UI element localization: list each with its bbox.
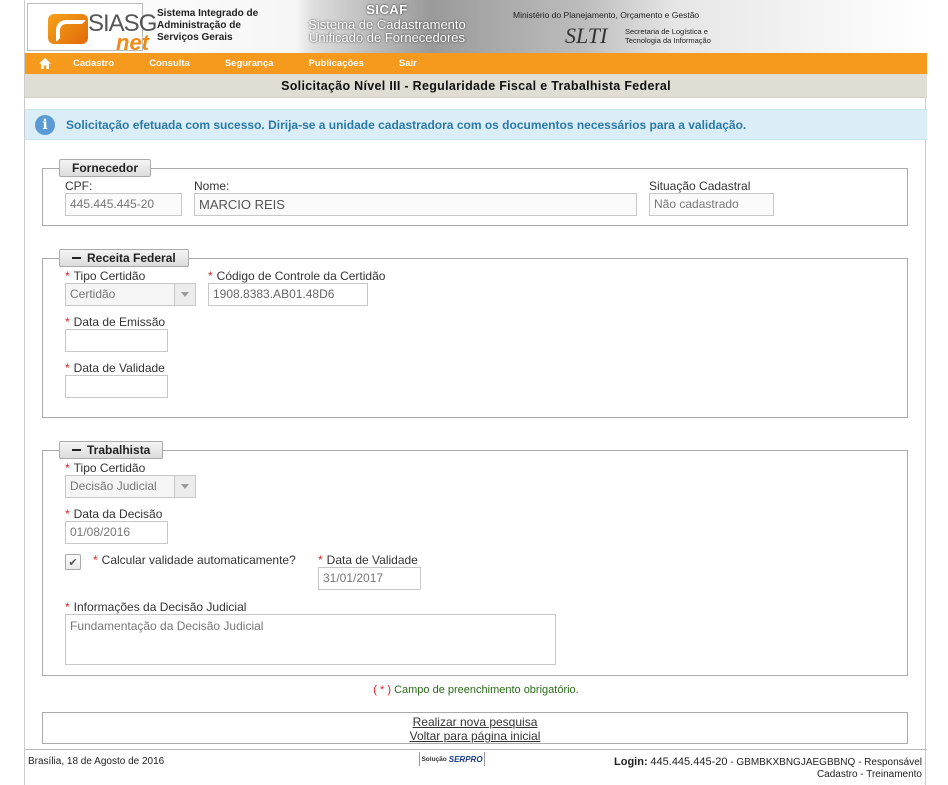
situacao-field[interactable]: Não cadastrado <box>649 193 774 216</box>
info-icon: i <box>35 114 55 135</box>
trab-tipo-label-text: Tipo Certidão <box>73 461 146 475</box>
page: SIASG net Sistema Integrado de Administr… <box>24 0 927 785</box>
siasg-logo-mark <box>48 14 88 44</box>
calcular-label-text: Calcular validade automaticamente? <box>101 553 296 567</box>
trab-tipo-select[interactable]: Decisão Judicial <box>65 475 196 498</box>
serpro-logo: Solução SERPRO <box>419 752 485 766</box>
info-decisao-textarea[interactable]: Fundamentação da Decisão Judicial <box>65 614 556 665</box>
system-name: Sistema Integrado de Administração de Se… <box>157 8 259 43</box>
sicaf-subtitle: Sistema de Cadastramento Unificado de Fo… <box>308 17 466 45</box>
trab-validade-field[interactable]: 31/01/2017 <box>318 567 421 590</box>
codigo-label-text: Código de Controle da Certidão <box>216 269 386 283</box>
menu-item-cadastro[interactable]: Cadastro <box>73 58 114 69</box>
fornecedor-legend-label: Fornecedor <box>72 161 139 175</box>
calcular-validade-checkbox[interactable]: ✔ <box>65 554 81 570</box>
cpf-field[interactable]: 445.445.445-20 <box>65 193 182 216</box>
page-title: Solicitação Nível III - Regularidade Fis… <box>25 74 927 98</box>
ministry-name: Ministério do Planejamento, Orçamento e … <box>513 10 700 20</box>
data-decisao-label-text: Data da Decisão <box>73 507 163 521</box>
trabalhista-section: Trabalhista * Tipo Certidão Decisão Judic… <box>42 441 908 676</box>
chevron-down-icon <box>174 476 195 497</box>
codigo-field[interactable]: 1908.8383.AB01.48D6 <box>208 283 368 306</box>
data-decisao-field[interactable]: 01/08/2016 <box>65 521 168 544</box>
logo-sub: net <box>116 30 149 53</box>
situacao-label: Situação Cadastral <box>649 179 751 193</box>
receita-tipo-value: Certidão <box>70 287 116 301</box>
calcular-label: * Calcular validade automaticamente? <box>93 553 296 567</box>
success-message-text: Solicitação efetuada com sucesso. Dirija… <box>66 117 747 132</box>
trab-validade-label: * Data de Validade <box>318 553 418 567</box>
fornecedor-section: Fornecedor CPF: 445.445.445-20 Nome: MAR… <box>42 159 908 226</box>
emissao-label: * Data de Emissão <box>65 315 166 329</box>
main-menu: Cadastro Consulta Segurança Publicações … <box>25 53 927 74</box>
login-cpf: 445.445.445-20 <box>650 756 728 768</box>
required-mark: ( * ) <box>373 684 391 696</box>
cpf-label: CPF: <box>65 179 93 193</box>
serpro-text: SERPRO <box>448 754 483 764</box>
success-message: i Solicitação efetuada com sucesso. Diri… <box>25 109 927 140</box>
sicaf-title: SICAF <box>366 2 408 17</box>
menu-item-consulta[interactable]: Consulta <box>149 58 190 69</box>
collapse-icon <box>72 257 81 259</box>
receita-validade-label: * Data de Validade <box>65 361 165 375</box>
receita-tipo-label-text: Tipo Certidão <box>73 269 146 283</box>
header-banner: SIASG net Sistema Integrado de Administr… <box>25 0 927 53</box>
emissao-field[interactable] <box>65 329 168 352</box>
fornecedor-legend: Fornecedor <box>59 159 152 177</box>
trab-tipo-value: Decisão Judicial <box>70 479 157 493</box>
voltar-inicio-link[interactable]: Voltar para página inicial <box>43 729 907 743</box>
data-decisao-label: * Data da Decisão <box>65 507 163 521</box>
footer: Brasília, 18 de Agosto de 2016 Solução SE… <box>25 749 927 785</box>
menu-item-seguranca[interactable]: Segurança <box>225 58 274 69</box>
slti-text: Secretaria de Logística e Tecnologia da … <box>625 27 711 45</box>
menu-item-publicacoes[interactable]: Publicações <box>308 58 363 69</box>
login-label: Login: <box>614 756 648 768</box>
siasg-logo[interactable]: SIASG net <box>27 3 157 53</box>
receita-federal-section: Receita Federal * Tipo Certidão Certidão … <box>42 249 908 418</box>
trab-tipo-label: * Tipo Certidão <box>65 461 146 475</box>
info-decisao-label: * Informações da Decisão Judicial <box>65 600 247 614</box>
slti-logo: SLTI <box>565 23 608 48</box>
required-note-text: Campo de preenchimento obrigatório. <box>394 684 579 696</box>
receita-tipo-select[interactable]: Certidão <box>65 283 196 306</box>
trab-validade-label-text: Data de Validade <box>326 553 418 567</box>
chevron-down-icon <box>174 284 195 305</box>
footer-date: Brasília, 18 de Agosto de 2016 <box>28 756 165 767</box>
codigo-label: * Código de Controle da Certidão <box>208 269 386 283</box>
info-decisao-label-text: Informações da Decisão Judicial <box>73 600 247 614</box>
receita-legend-label: Receita Federal <box>87 251 176 265</box>
login-role: - GBMBKXBNGJAEGBBNQ - Responsável Cadast… <box>730 757 922 780</box>
solucao-text: Solução <box>421 755 447 763</box>
emissao-label-text: Data de Emissão <box>73 315 166 329</box>
login-info: Login: 445.445.445-20 - GBMBKXBNGJAEGBBN… <box>592 756 922 781</box>
nova-pesquisa-link[interactable]: Realizar nova pesquisa <box>43 715 907 729</box>
nome-label: Nome: <box>194 179 230 193</box>
home-icon[interactable] <box>25 58 65 69</box>
receita-federal-legend[interactable]: Receita Federal <box>59 249 189 267</box>
action-links: Realizar nova pesquisa Voltar para págin… <box>42 712 908 744</box>
menu-item-sair[interactable]: Sair <box>399 58 417 69</box>
trabalhista-legend[interactable]: Trabalhista <box>59 441 164 459</box>
required-note: ( * ) Campo de preenchimento obrigatório… <box>25 684 927 696</box>
receita-validade-label-text: Data de Validade <box>73 361 165 375</box>
receita-validade-field[interactable] <box>65 375 168 398</box>
collapse-icon <box>72 449 81 451</box>
trabalhista-legend-label: Trabalhista <box>87 443 151 457</box>
nome-field[interactable]: MARCIO REIS <box>194 193 637 216</box>
receita-tipo-label: * Tipo Certidão <box>65 269 146 283</box>
